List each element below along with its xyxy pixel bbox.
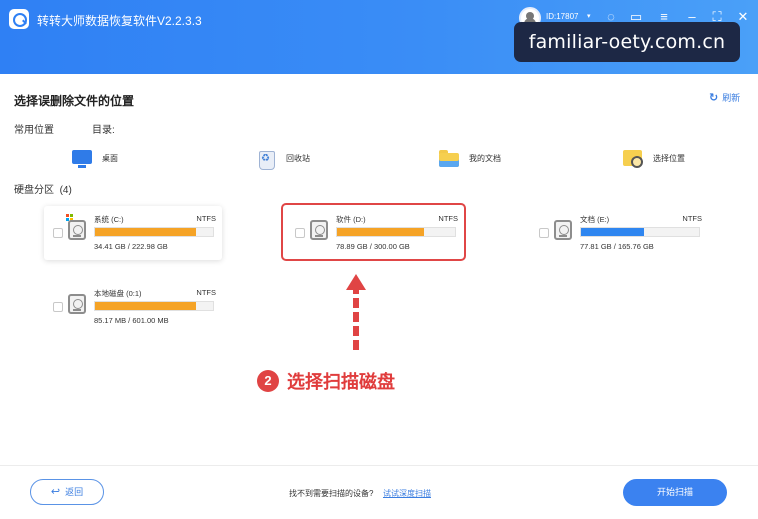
back-button[interactable]: ↩ 返回	[30, 479, 104, 505]
deep-scan-link[interactable]: 试试深度扫描	[383, 488, 431, 499]
footer-divider	[0, 465, 758, 466]
drive-name: 文档 (E:)	[580, 215, 610, 224]
drive-checkbox[interactable]	[539, 228, 549, 238]
shortcut-desktop[interactable]: 桌面	[71, 146, 118, 170]
partitions-count: (4)	[59, 185, 72, 196]
shortcut-label: 我的文档	[469, 153, 501, 163]
back-arrow-icon: ↩	[50, 486, 61, 498]
watermark-banner: familiar-oety.com.cn	[514, 22, 740, 62]
drive-filesystem: NTFS	[196, 214, 216, 223]
directory-label: 目录:	[92, 125, 115, 136]
recycle-bin-icon	[255, 147, 277, 170]
drive-size: 85.17 MB / 601.00 MB	[94, 316, 169, 325]
drive-usage-fill	[581, 228, 644, 236]
drive-size: 77.81 GB / 165.76 GB	[580, 242, 654, 251]
step-number-badge: 2	[257, 370, 279, 392]
drive-usage-fill	[95, 302, 197, 310]
shortcut-choose-location[interactable]: 选择位置	[622, 146, 685, 170]
user-id[interactable]: ID:17807	[546, 12, 578, 21]
drive-checkbox[interactable]	[53, 228, 63, 238]
drive-filesystem: NTFS	[196, 288, 216, 297]
drive-name: 本地磁盘 (0:1)	[94, 289, 142, 298]
common-locations-label: 常用位置	[14, 125, 54, 136]
refresh-label: 刷新	[722, 93, 741, 103]
step-callout: 2 选择扫描磁盘	[257, 367, 395, 395]
refresh-button[interactable]: ↻ 刷新	[709, 91, 740, 104]
desktop-icon	[71, 147, 93, 169]
shortcut-label: 回收站	[286, 153, 310, 163]
refresh-icon: ↻	[709, 92, 719, 104]
drive-size: 34.41 GB / 222.98 GB	[94, 242, 168, 251]
drive-card-c[interactable]: 系统 (C:) NTFS 34.41 GB / 222.98 GB	[44, 206, 222, 260]
up-arrow-icon	[346, 274, 366, 350]
drive-card-0-1[interactable]: 本地磁盘 (0:1) NTFS 85.17 MB / 601.00 MB	[44, 280, 222, 334]
shortcut-recycle-bin[interactable]: 回收站	[255, 146, 310, 170]
drive-usage-bar	[580, 227, 700, 237]
drive-checkbox[interactable]	[53, 302, 63, 312]
device-not-found-hint: 找不到需要扫描的设备?	[289, 489, 374, 498]
page-title: 选择误删除文件的位置	[14, 94, 135, 108]
shortcut-label: 选择位置	[653, 153, 685, 163]
drive-card-e[interactable]: 文档 (E:) NTFS 77.81 GB / 165.76 GB	[530, 206, 708, 260]
drive-usage-bar	[94, 227, 214, 237]
drive-filesystem: NTFS	[682, 214, 702, 223]
hard-drive-icon	[68, 294, 86, 314]
user-menu-caret-icon[interactable]: ▾	[587, 12, 591, 20]
drive-usage-bar	[94, 301, 214, 311]
start-scan-button[interactable]: 开始扫描	[623, 479, 727, 506]
drive-d-highlight-box	[281, 203, 466, 261]
back-label: 返回	[65, 487, 84, 497]
drive-usage-fill	[95, 228, 197, 236]
documents-folder-icon	[438, 147, 460, 169]
step-instruction: 选择扫描磁盘	[287, 372, 395, 392]
shortcut-my-documents[interactable]: 我的文档	[438, 146, 501, 170]
hard-drive-icon	[68, 220, 86, 240]
app-logo-icon	[9, 9, 29, 29]
shortcut-label: 桌面	[102, 153, 118, 163]
hard-drive-icon	[554, 220, 572, 240]
partitions-label: 硬盘分区 (4)	[14, 181, 72, 196]
partitions-label-text: 硬盘分区	[14, 185, 54, 196]
app-title: 转转大师数据恢复软件V2.2.3.3	[37, 14, 202, 28]
drive-name: 系统 (C:)	[94, 215, 124, 224]
choose-location-icon	[622, 147, 644, 169]
